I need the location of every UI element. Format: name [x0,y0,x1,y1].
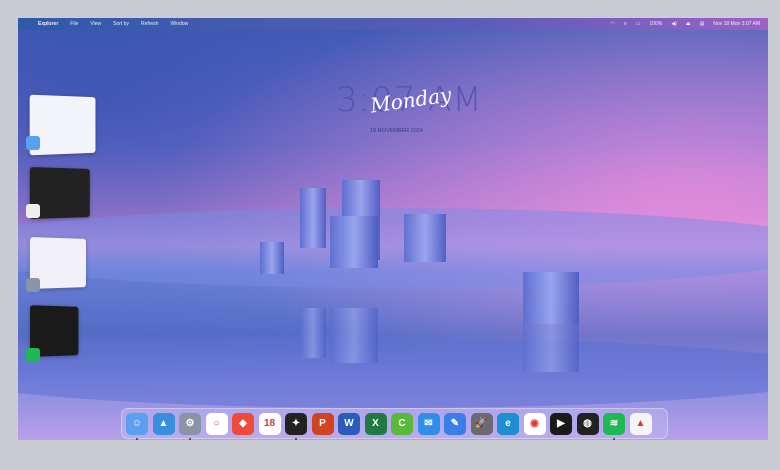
dock-glyph: ▶ [557,418,565,429]
wallpaper-block [300,188,326,248]
menu-bar: Explorer File View Sort by Refresh Windo… [18,18,768,30]
menu-file[interactable]: File [70,21,78,27]
dock-glyph: 🚀 [475,418,488,429]
wallpaper-block [330,308,378,363]
dock-glyph: ▲ [158,418,169,429]
dock: ☺ ▲ ⚙ ○ ◆ 18 ✦ P W X C ✉ ✎ 🚀 e ◉ ▶ ◍ ≋ ▲ [121,408,668,440]
dock-glyph: ⚙ [185,418,195,429]
wallpaper-block [523,324,579,372]
wallpaper-block [404,214,446,262]
wallpaper-wave [18,208,768,288]
dock-glyph: ◆ [239,418,247,429]
menu-view[interactable]: View [90,21,101,27]
menu-refresh[interactable]: Refresh [141,21,159,27]
network-stats-icon[interactable]: ≡ [624,21,627,27]
dock-glyph: P [319,418,326,429]
eject-icon[interactable]: ⏏ [686,21,691,27]
volume-icon[interactable]: ◀) [671,21,677,27]
running-indicator [613,437,615,440]
wallpaper-block [523,272,579,324]
spotify-icon [26,348,40,362]
dock-word-icon[interactable]: W [338,412,360,435]
dock-glyph: 18 [263,418,276,429]
battery-percent[interactable]: 100% [650,21,663,27]
wallpaper-block [330,216,378,268]
dock-calendar-icon[interactable]: 18 [258,412,281,435]
dock-eagle-icon[interactable]: ✦ [285,412,307,440]
running-indicator [295,437,297,440]
menu-window[interactable]: Window [170,21,188,27]
dock-camtasia-icon[interactable]: C [391,412,413,435]
dock-glyph: W [344,418,354,429]
wallpaper-block [300,308,326,358]
dock-obs-icon[interactable]: ◍ [576,412,599,435]
menu-app-name[interactable]: Explorer [38,21,58,27]
finder-icon [26,136,40,150]
settings-icon [26,278,40,292]
dock-anydesk-icon[interactable]: ◆ [232,412,254,435]
dock-glyph: ≋ [609,418,619,429]
dock-glyph: ✉ [424,418,433,429]
running-indicator [189,437,191,440]
dock-glyph: ☺ [131,418,143,429]
dock-glyph: X [372,418,379,429]
dock-glyph: ◍ [583,418,592,429]
dock-glyph: ◉ [530,418,539,429]
desktop: Explorer File View Sort by Refresh Windo… [18,18,768,440]
dock-glyph: C [398,418,406,429]
dock-powerpoint-icon[interactable]: P [311,412,334,435]
menubar-clock[interactable]: Nov 18 Mon 3:07 AM [713,21,760,27]
menu-sort-by[interactable]: Sort by [113,21,129,27]
dock-spotify-icon[interactable]: ≋ [603,412,625,440]
dock-mail-icon[interactable]: ✉ [417,412,440,435]
desktop-clock-widget: 3:07 AM Monday 18 NOVEMBER 2024 [336,80,486,134]
dock-media-player-icon[interactable]: ▶ [550,412,572,435]
dock-paint-icon[interactable]: ✎ [444,412,466,435]
control-center-icon[interactable]: ▤ [700,21,705,27]
clock-date: 18 NOVEMBER 2024 [370,128,423,134]
dock-finder-icon[interactable]: ☺ [126,412,148,440]
wallpaper-block [260,242,284,274]
dock-glyph: ▲ [635,418,646,429]
wallpaper-wave [18,338,768,408]
dock-glyph: e [505,418,511,429]
dock-settings-icon[interactable]: ⚙ [179,412,201,440]
dock-launchpad-icon[interactable]: 🚀 [470,412,493,435]
running-indicator [136,437,138,440]
wifi-icon[interactable]: ◠ [610,21,614,27]
dock-vlc-icon[interactable]: ▲ [629,412,652,435]
dock-edge-icon[interactable]: e [497,412,519,435]
dock-glyph: ✦ [291,418,301,429]
eagle-icon [26,204,40,218]
dock-chrome-icon[interactable]: ◉ [523,412,546,435]
dock-cortana-icon[interactable]: ○ [205,412,228,435]
dock-photos-icon[interactable]: ▲ [152,412,175,435]
dock-excel-icon[interactable]: X [364,412,387,435]
dock-glyph: ○ [213,418,220,429]
display-icon[interactable]: ▭ [636,21,641,27]
dock-glyph: ✎ [450,418,460,429]
